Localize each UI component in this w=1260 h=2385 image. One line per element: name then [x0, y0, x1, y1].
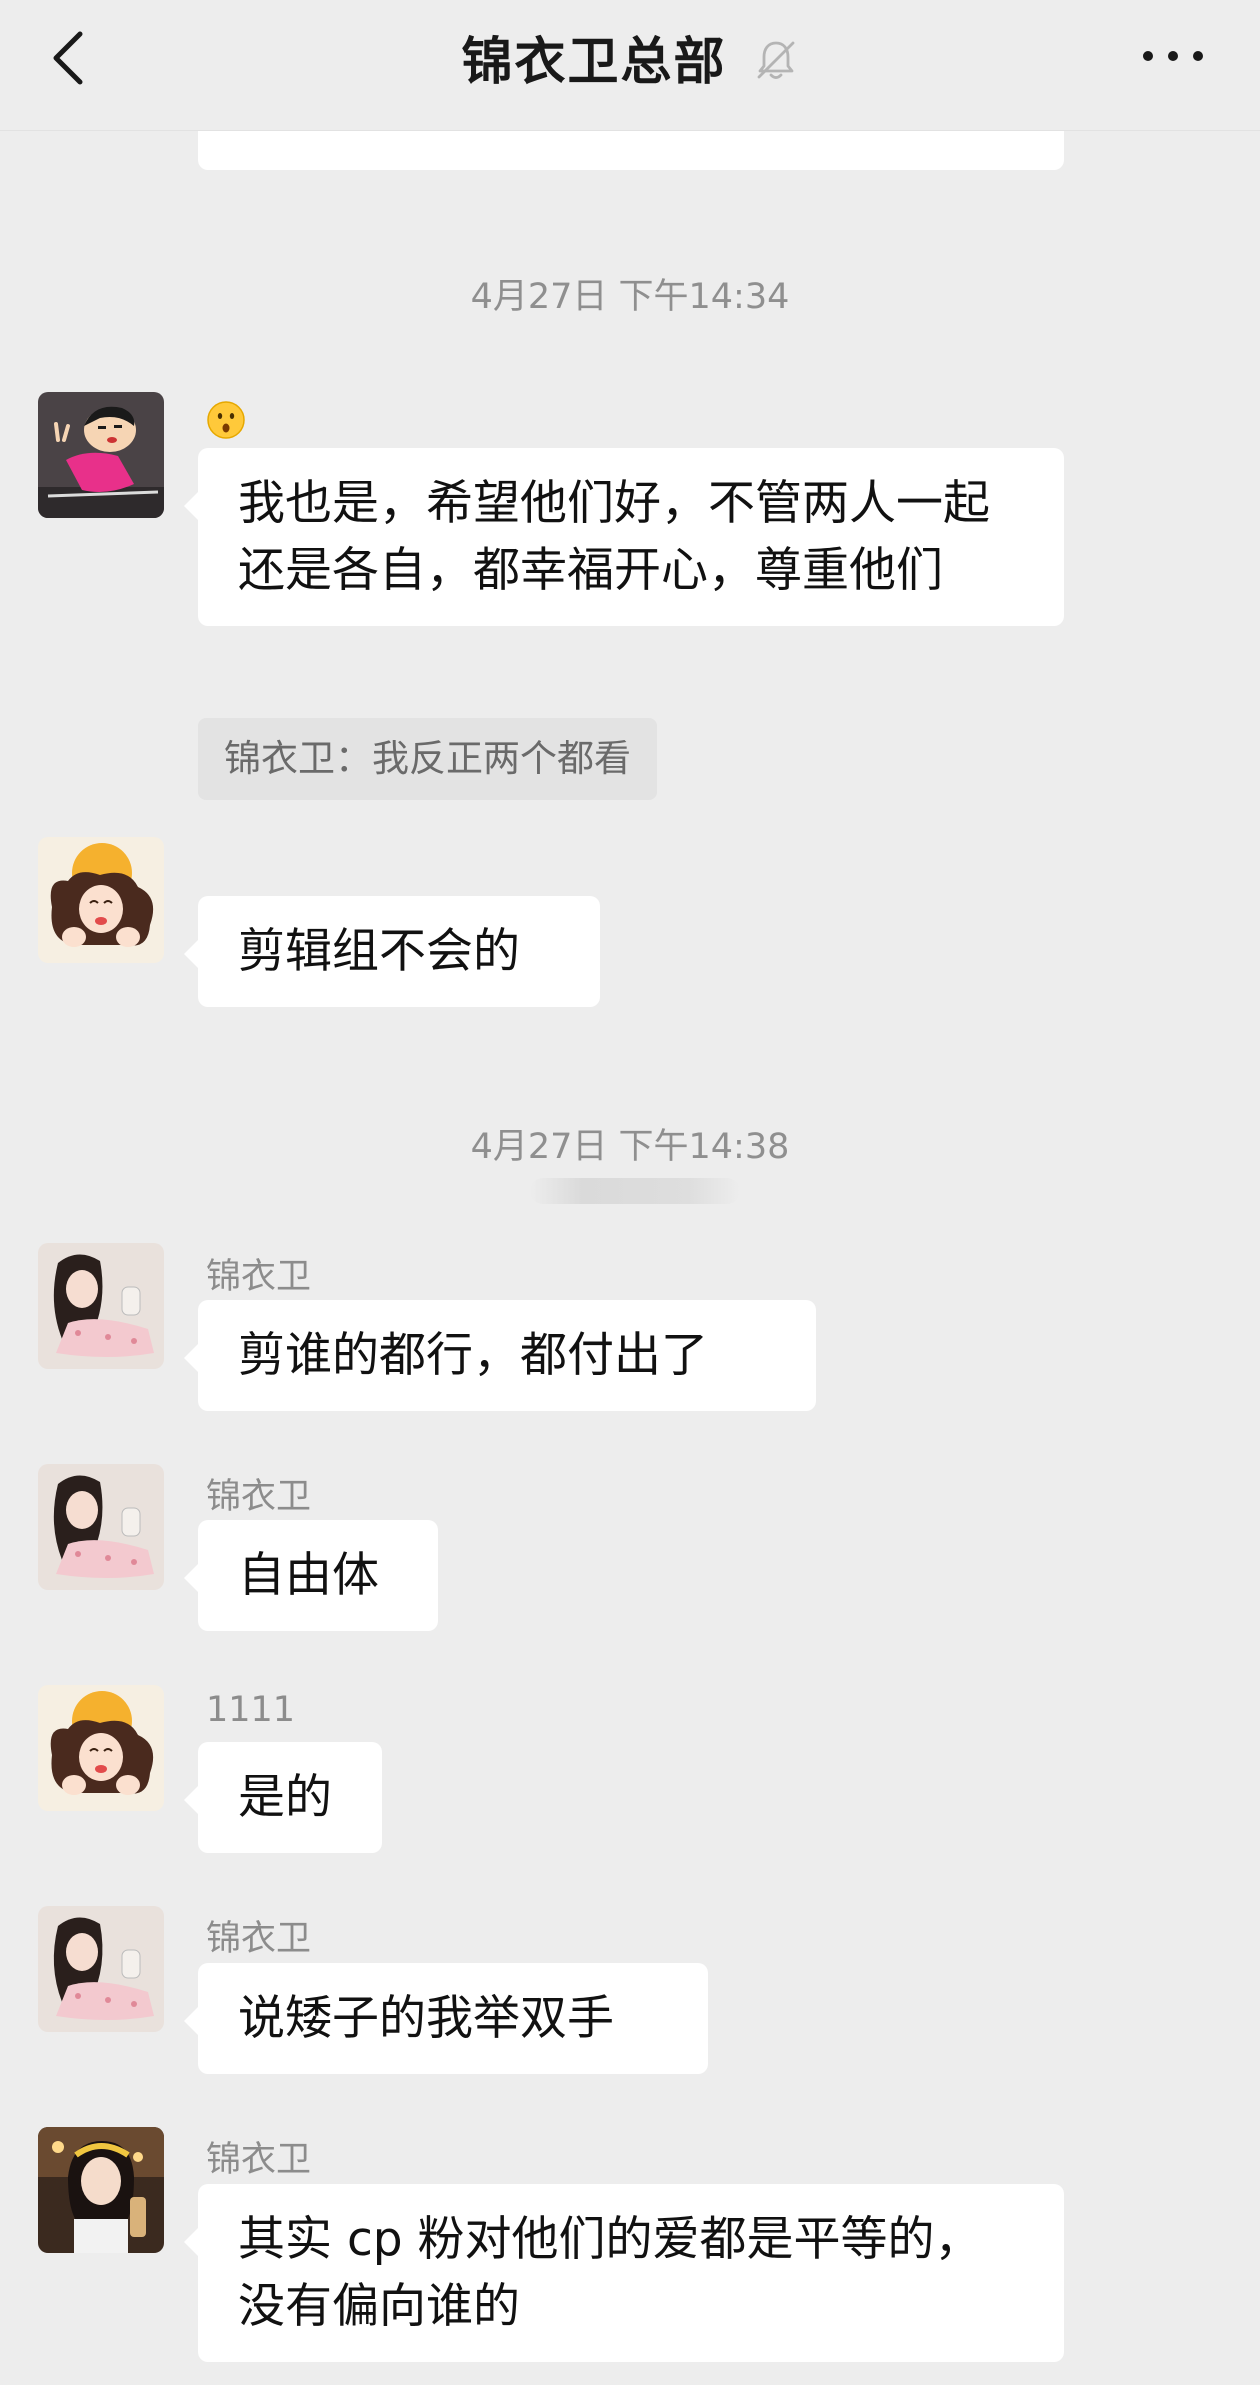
- chat-header: 锦衣卫总部: [0, 0, 1260, 131]
- message-bubble[interactable]: 剪辑组不会的: [184, 896, 600, 1007]
- chat-title: 锦衣卫总部: [461, 33, 727, 92]
- title-area: 锦衣卫总部: [0, 22, 1260, 92]
- sender-name: 1111: [206, 1690, 296, 1730]
- message-bubble[interactable]: 剪谁的都行，都付出了: [184, 1300, 816, 1411]
- avatar[interactable]: [38, 1906, 164, 2032]
- message-bubble[interactable]: 说矮子的我举双手: [184, 1963, 708, 2074]
- avatar[interactable]: [38, 837, 164, 963]
- timestamp: 4月27日 下午14:34: [470, 277, 790, 317]
- avatar[interactable]: [38, 2127, 164, 2253]
- timestamp: 4月27日 下午14:38: [470, 1127, 790, 1167]
- message-bubble[interactable]: 自由体: [184, 1520, 438, 1631]
- avatar[interactable]: [38, 1243, 164, 1369]
- avatar[interactable]: [38, 392, 164, 518]
- message-bubble[interactable]: 其实 cp 粉对他们的爱都是平等的，没有偏向谁的: [184, 2184, 1064, 2362]
- message-bubble[interactable]: 是的: [184, 1742, 382, 1853]
- avatar[interactable]: [38, 1464, 164, 1590]
- hushed-face-emoji: [207, 401, 245, 439]
- message-bubble[interactable]: 我也是，希望他们好，不管两人一起还是各自，都幸福开心，尊重他们: [184, 448, 1064, 626]
- avatar[interactable]: [38, 1685, 164, 1811]
- more-dots-icon: [1143, 51, 1203, 61]
- sender-name: 锦衣卫: [206, 2140, 312, 2180]
- quoted-reply[interactable]: 锦衣卫：我反正两个都看: [198, 718, 657, 800]
- more-button[interactable]: [1138, 30, 1208, 82]
- bell-off-icon: [757, 41, 794, 79]
- blurred-area: [530, 1178, 740, 1204]
- sender-name: 锦衣卫: [206, 1477, 312, 1517]
- sender-name: 锦衣卫: [206, 1257, 312, 1297]
- sender-name: 锦衣卫: [206, 1919, 312, 1959]
